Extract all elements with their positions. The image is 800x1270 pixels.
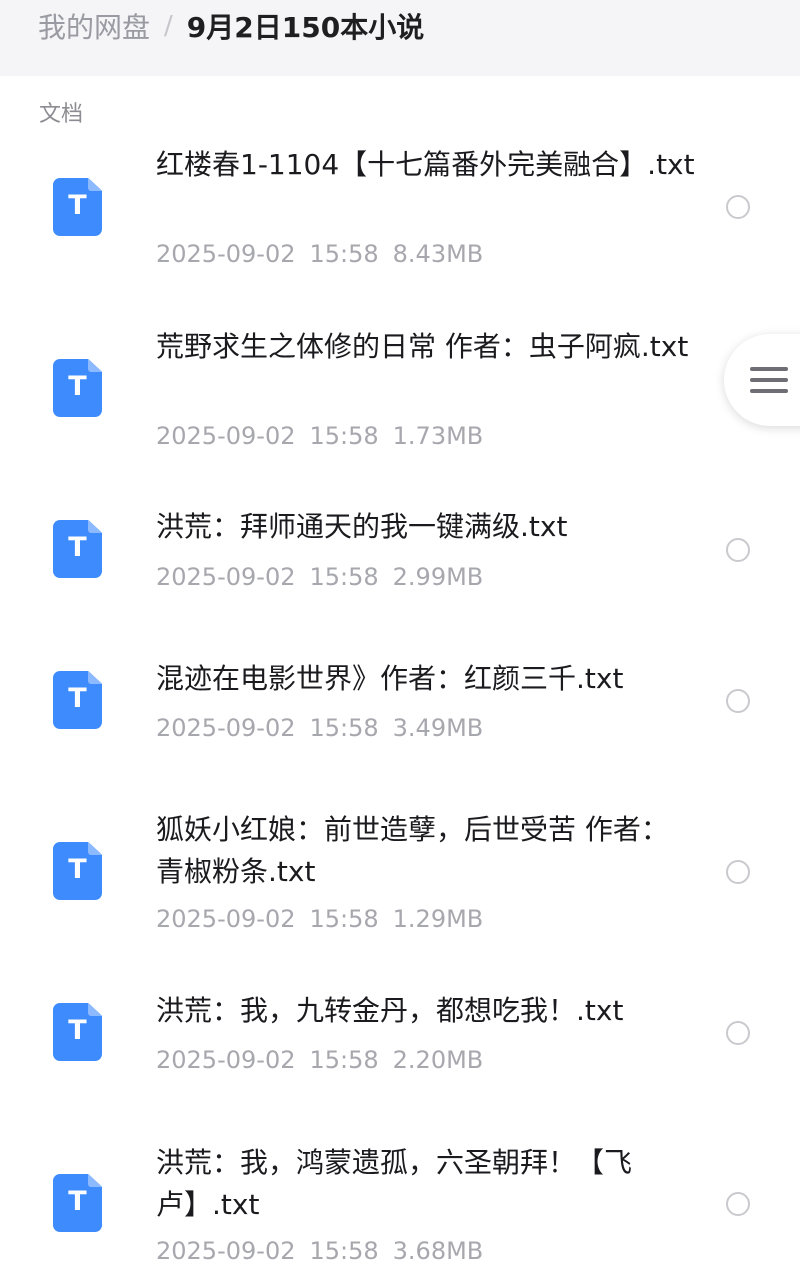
file-time: 15:58 bbox=[309, 714, 379, 742]
radio-circle-icon[interactable] bbox=[726, 538, 750, 562]
file-name: 荒野求生之体修的日常 作者：虫子阿疯.txt bbox=[156, 330, 689, 363]
file-size: 2.99MB bbox=[392, 563, 484, 591]
txt-file-icon: T bbox=[53, 671, 102, 729]
file-icon-letter: T bbox=[68, 854, 87, 885]
txt-file-icon: T bbox=[53, 1003, 102, 1061]
file-size: 8.43MB bbox=[392, 240, 484, 268]
file-size: 1.29MB bbox=[392, 905, 484, 933]
file-time: 15:58 bbox=[309, 1237, 379, 1265]
file-icon-letter: T bbox=[68, 1186, 87, 1217]
file-icon-letter: T bbox=[68, 532, 87, 563]
file-meta: 2025-09-02 15:58 1.29MB bbox=[156, 905, 483, 933]
file-list: T 红楼春1-1104【十七篇番外完美融合】.txt 2025-09-02 15:… bbox=[0, 0, 800, 1270]
file-name: 红楼春1-1104【十七篇番外完美融合】.txt bbox=[156, 148, 695, 181]
file-name: 洪荒：拜师通天的我一键满级.txt bbox=[156, 510, 568, 543]
file-time: 15:58 bbox=[309, 240, 379, 268]
txt-file-icon: T bbox=[53, 842, 102, 900]
file-meta: 2025-09-02 15:58 1.73MB bbox=[156, 422, 483, 450]
radio-circle-icon[interactable] bbox=[726, 689, 750, 713]
file-meta: 2025-09-02 15:58 3.68MB bbox=[156, 1237, 483, 1265]
file-meta: 2025-09-02 15:58 8.43MB bbox=[156, 240, 483, 268]
file-meta: 2025-09-02 15:58 2.20MB bbox=[156, 1046, 483, 1074]
file-name: 狐妖小红娘：前世造孽，后世受苦 作者：青椒粉条.txt bbox=[156, 813, 669, 888]
file-date: 2025-09-02 bbox=[156, 1237, 296, 1265]
radio-circle-icon[interactable] bbox=[726, 1021, 750, 1045]
file-time: 15:58 bbox=[309, 422, 379, 450]
file-name: 洪荒：我，九转金丹，都想吃我！.txt bbox=[156, 994, 624, 1027]
file-date: 2025-09-02 bbox=[156, 240, 296, 268]
txt-file-icon: T bbox=[53, 359, 102, 417]
file-icon-letter: T bbox=[68, 190, 87, 221]
file-icon-letter: T bbox=[68, 1015, 87, 1046]
file-time: 15:58 bbox=[309, 905, 379, 933]
file-date: 2025-09-02 bbox=[156, 905, 296, 933]
file-name: 混迹在电影世界》作者：红颜三千.txt bbox=[156, 662, 624, 695]
file-size: 1.73MB bbox=[392, 422, 484, 450]
radio-circle-icon[interactable] bbox=[726, 860, 750, 884]
file-name: 洪荒：我，鸿蒙遗孤，六圣朝拜！【飞卢】.txt bbox=[156, 1146, 633, 1221]
file-time: 15:58 bbox=[309, 1046, 379, 1074]
radio-circle-icon[interactable] bbox=[726, 195, 750, 219]
file-time: 15:58 bbox=[309, 563, 379, 591]
file-icon-letter: T bbox=[68, 683, 87, 714]
file-date: 2025-09-02 bbox=[156, 563, 296, 591]
file-date: 2025-09-02 bbox=[156, 422, 296, 450]
file-size: 3.49MB bbox=[392, 714, 484, 742]
file-size: 3.68MB bbox=[392, 1237, 484, 1265]
txt-file-icon: T bbox=[53, 1174, 102, 1232]
txt-file-icon: T bbox=[53, 520, 102, 578]
file-meta: 2025-09-02 15:58 3.49MB bbox=[156, 714, 483, 742]
file-icon-letter: T bbox=[68, 371, 87, 402]
file-date: 2025-09-02 bbox=[156, 1046, 296, 1074]
txt-file-icon: T bbox=[53, 178, 102, 236]
file-size: 2.20MB bbox=[392, 1046, 484, 1074]
radio-circle-icon[interactable] bbox=[726, 1192, 750, 1216]
file-date: 2025-09-02 bbox=[156, 714, 296, 742]
file-meta: 2025-09-02 15:58 2.99MB bbox=[156, 563, 483, 591]
